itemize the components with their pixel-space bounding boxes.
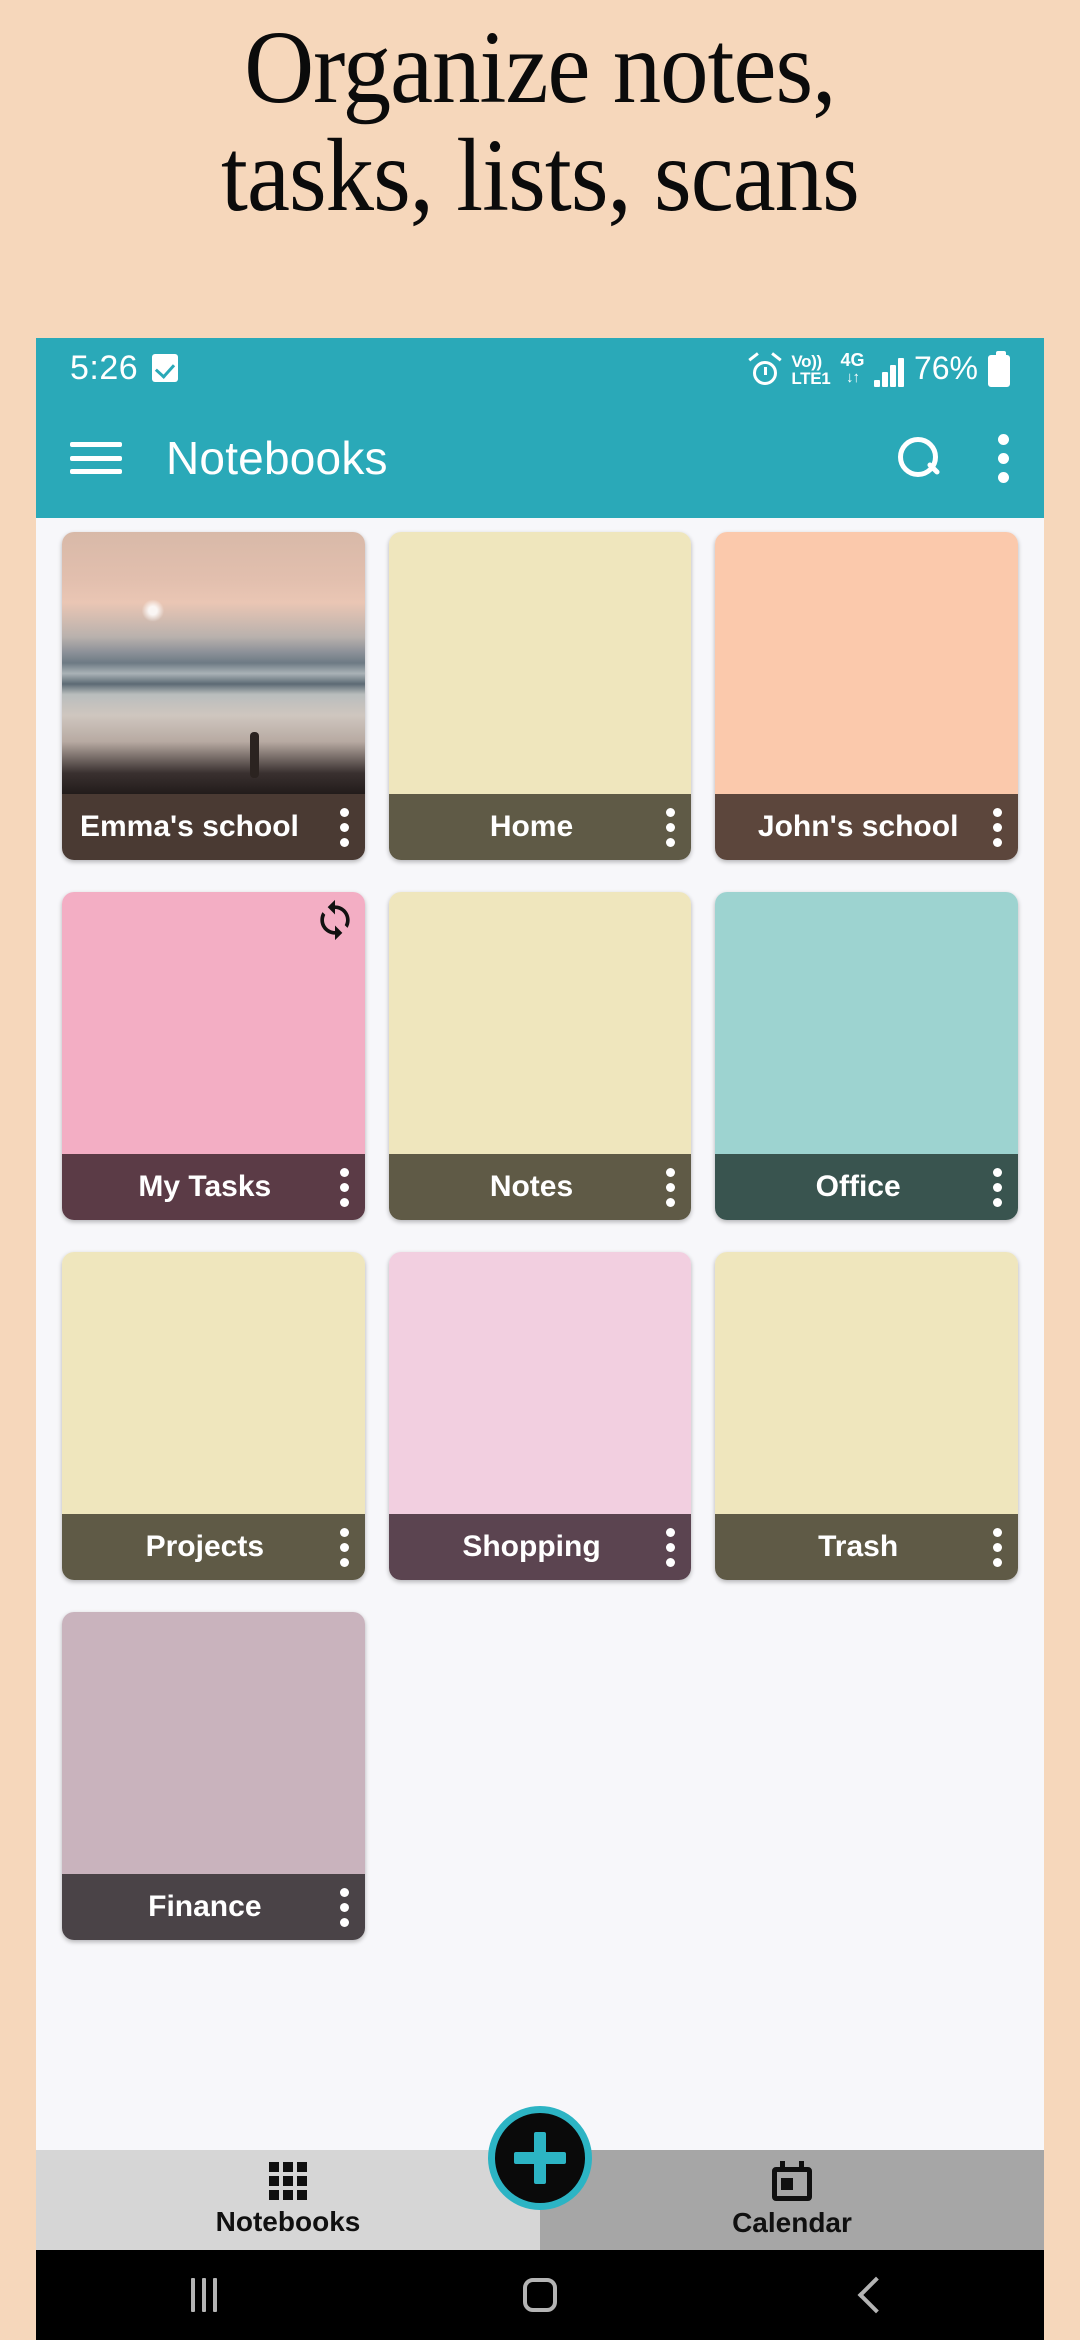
notebook-cover [388, 1252, 692, 1514]
notebook-card[interactable]: John's school [715, 532, 1018, 860]
notebook-overflow-icon[interactable] [339, 807, 351, 847]
search-icon[interactable] [896, 435, 942, 481]
notebook-overflow-icon[interactable] [992, 807, 1004, 847]
notebook-card[interactable]: Finance [62, 1612, 365, 1940]
notebook-overflow-icon[interactable] [666, 807, 677, 847]
network-label: 4G [840, 349, 865, 370]
notebook-cover [715, 892, 1018, 1154]
notebook-card[interactable]: Office [715, 892, 1018, 1220]
notebook-cover [715, 1252, 1018, 1514]
recents-icon[interactable] [36, 2278, 372, 2312]
add-notebook-fab[interactable] [488, 2106, 592, 2210]
promo-banner: Organize notes, tasks, lists, scans [0, 0, 1080, 340]
notebook-cover [715, 532, 1018, 794]
calendar-icon [772, 2161, 812, 2201]
notebook-overflow-icon[interactable] [339, 1167, 351, 1207]
alarm-icon [748, 351, 783, 387]
notebook-footer: Projects [62, 1514, 365, 1580]
notebook-card[interactable]: Projects [62, 1252, 365, 1580]
network-indicator: 4G ↓↑ [840, 351, 864, 387]
notebook-cover [62, 1612, 365, 1874]
tab-notebooks[interactable]: Notebooks [36, 2150, 540, 2250]
lte-label: LTE1 [791, 368, 831, 388]
notebook-cover [388, 532, 692, 794]
tab-calendar-label: Calendar [732, 2207, 852, 2238]
battery-percent: 76% [913, 349, 978, 386]
notebook-card[interactable]: My Tasks [62, 892, 365, 1220]
notebook-card[interactable]: Home [388, 532, 692, 860]
notebook-card[interactable]: Emma's school [62, 532, 365, 860]
plus-icon [514, 2132, 566, 2184]
notebook-footer: Home [388, 794, 692, 860]
notebook-footer: John's school [715, 794, 1018, 860]
notebook-cover-photo [62, 532, 365, 794]
notebook-title: Office [815, 1170, 901, 1203]
notebook-cover [62, 532, 365, 794]
android-navigation-bar [36, 2250, 1044, 2340]
notebook-footer: My Tasks [62, 1154, 365, 1220]
tab-calendar[interactable]: Calendar [540, 2150, 1044, 2250]
notebook-card[interactable]: Trash [715, 1252, 1018, 1580]
notebook-overflow-icon[interactable] [339, 1887, 351, 1927]
notebook-title: Projects [145, 1530, 265, 1563]
notebook-footer: Trash [715, 1514, 1018, 1580]
notebook-title: My Tasks [138, 1170, 272, 1203]
grid-icon [269, 2162, 307, 2200]
notebook-footer: Finance [62, 1874, 365, 1940]
notebook-grid: Emma's school Home John's school My Tasks No… [36, 518, 1044, 2208]
notebook-footer: Office [715, 1154, 1018, 1220]
overflow-menu-icon[interactable] [998, 433, 1010, 483]
status-clock: 5:26 [70, 348, 139, 387]
sync-icon[interactable] [313, 898, 357, 942]
app-bar: Notebooks [36, 398, 1044, 518]
notebook-title: Shopping [462, 1530, 601, 1563]
notebook-title: Emma's school [80, 810, 299, 843]
phone-screen: 5:26 Vo)) LTE1 4G ↓↑ 76% Notebooks Emma'… [36, 338, 1044, 2340]
volte-indicator: Vo)) LTE1 [791, 353, 830, 387]
checkbox-icon [152, 354, 179, 382]
notebook-overflow-icon[interactable] [992, 1527, 1004, 1567]
notebook-footer: Shopping [388, 1514, 692, 1580]
notebook-overflow-icon[interactable] [666, 1167, 677, 1207]
notebook-cover [62, 892, 365, 1154]
signal-bars-icon [874, 357, 904, 387]
status-bar-left: 5:26 [70, 348, 179, 388]
notebook-overflow-icon[interactable] [666, 1527, 677, 1567]
page-title: Notebooks [166, 432, 388, 484]
notebook-card[interactable]: Notes [388, 892, 692, 1220]
home-icon[interactable] [372, 2278, 708, 2312]
notebook-title: Trash [818, 1530, 899, 1563]
notebook-title: Notes [489, 1170, 574, 1203]
data-arrows-icon: ↓↑ [845, 368, 860, 386]
back-icon[interactable] [708, 2276, 1044, 2314]
person-silhouette [249, 732, 259, 779]
notebook-title: Home [489, 810, 574, 843]
promo-headline-line-1: Organize notes, [244, 10, 836, 125]
notebook-title: John's school [757, 810, 959, 843]
promo-headline-line-2: tasks, lists, scans [221, 118, 860, 234]
notebook-cover [388, 892, 692, 1154]
notebook-footer: Emma's school [62, 794, 365, 860]
status-bar: 5:26 Vo)) LTE1 4G ↓↑ 76% [36, 338, 1044, 398]
notebook-title: Finance [148, 1890, 262, 1923]
app-bar-actions [896, 433, 1010, 483]
battery-icon [988, 350, 1010, 387]
notebook-overflow-icon[interactable] [339, 1527, 351, 1567]
notebook-footer: Notes [388, 1154, 692, 1220]
hamburger-menu-icon[interactable] [70, 438, 122, 478]
notebook-overflow-icon[interactable] [992, 1167, 1004, 1207]
notebook-cover [62, 1252, 365, 1514]
status-bar-right: Vo)) LTE1 4G ↓↑ 76% [748, 349, 1010, 387]
tab-notebooks-label: Notebooks [215, 2206, 361, 2237]
notebook-card[interactable]: Shopping [388, 1252, 692, 1580]
